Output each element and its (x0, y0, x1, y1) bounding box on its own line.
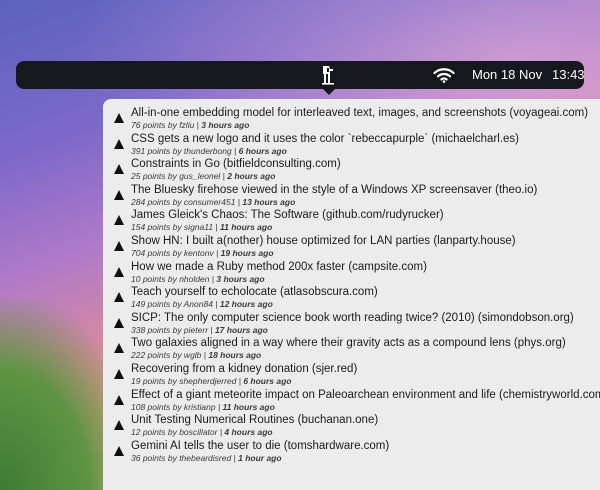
story-title[interactable]: Show HN: I built a(nother) house optimiz… (131, 235, 600, 248)
list-item[interactable]: How we made a Ruby method 200x faster (c… (103, 261, 600, 287)
story-title[interactable]: James Gleick's Chaos: The Software (gith… (131, 209, 600, 222)
menu-bar: Mon 18 Nov 13:43 (16, 61, 585, 89)
story-title[interactable]: Constraints in Go (bitfieldconsulting.co… (131, 158, 600, 171)
upvote-arrow-icon[interactable] (114, 343, 124, 354)
hn-dropdown-menu: All-in-one embedding model for interleav… (103, 99, 600, 490)
story-title[interactable]: Gemini AI tells the user to die (tomshar… (131, 440, 600, 453)
upvote-arrow-icon[interactable] (114, 266, 124, 277)
upvote-arrow-icon[interactable] (114, 164, 124, 175)
story-title[interactable]: How we made a Ruby method 200x faster (c… (131, 261, 600, 274)
story-points-author: 222 points by wglb | (131, 350, 209, 361)
story-points-author: 338 points by pieterr | (131, 324, 215, 335)
upvote-arrow-icon[interactable] (114, 420, 124, 431)
story-meta: 391 points by thunderbong | 6 hours ago (131, 146, 600, 156)
app-icon[interactable] (320, 64, 336, 86)
menubar-date[interactable]: Mon 18 Nov (472, 67, 542, 82)
story-age: 11 hours ago (222, 401, 275, 412)
story-age: 19 hours ago (220, 247, 274, 258)
list-item[interactable]: SICP: The only computer science book wor… (103, 312, 600, 338)
story-points-author: 391 points by thunderbong | (131, 145, 239, 156)
upvote-arrow-icon[interactable] (114, 215, 124, 226)
story-title[interactable]: Teach yourself to echolocate (atlasobscu… (131, 286, 600, 299)
story-age: 13 hours ago (242, 196, 296, 207)
list-item[interactable]: Unit Testing Numerical Routines (buchana… (103, 414, 600, 440)
story-title[interactable]: CSS gets a new logo and it uses the colo… (131, 133, 600, 146)
story-points-author: 154 points by signa11 | (131, 222, 221, 233)
story-age: 6 hours ago (243, 375, 292, 386)
story-title[interactable]: Two galaxies aligned in a way where thei… (131, 337, 600, 350)
story-points-author: 25 points by gus_leonel | (131, 171, 228, 182)
story-age: 2 hours ago (227, 171, 276, 182)
wifi-icon[interactable] (433, 67, 455, 83)
list-item[interactable]: Constraints in Go (bitfieldconsulting.co… (103, 158, 600, 184)
story-points-author: 19 points by shepherdjerred | (131, 375, 244, 386)
upvote-arrow-icon[interactable] (114, 138, 124, 149)
story-age: 18 hours ago (208, 350, 262, 361)
story-age: 11 hours ago (220, 222, 273, 233)
story-points-author: 36 points by thebeardisred | (131, 452, 239, 463)
story-points-author: 108 points by kristianp | (131, 401, 223, 412)
story-meta: 338 points by pieterr | 17 hours ago (131, 325, 600, 335)
story-meta: 25 points by gus_leonel | 2 hours ago (131, 171, 600, 181)
list-item[interactable]: Two galaxies aligned in a way where thei… (103, 337, 600, 363)
upvote-arrow-icon[interactable] (114, 394, 124, 405)
list-item[interactable]: Effect of a giant meteorite impact on Pa… (103, 389, 600, 415)
story-age: 12 hours ago (219, 299, 273, 310)
story-meta: 12 points by boscillator | 4 hours ago (131, 427, 600, 437)
story-meta: 222 points by wglb | 18 hours ago (131, 350, 600, 360)
upvote-arrow-icon[interactable] (114, 317, 124, 328)
list-item[interactable]: Gemini AI tells the user to die (tomshar… (103, 440, 600, 466)
story-title[interactable]: The Bluesky firehose viewed in the style… (131, 184, 600, 197)
story-meta: 154 points by signa11 | 11 hours ago (131, 222, 600, 232)
story-title[interactable]: Unit Testing Numerical Routines (buchana… (131, 414, 600, 427)
story-meta: 149 points by Anon84 | 12 hours ago (131, 299, 600, 309)
story-age: 6 hours ago (238, 145, 287, 156)
list-item[interactable]: Show HN: I built a(nother) house optimiz… (103, 235, 600, 261)
story-meta: 284 points by consumer451 | 13 hours ago (131, 197, 600, 207)
story-meta: 704 points by kentonv | 19 hours ago (131, 248, 600, 258)
list-item[interactable]: The Bluesky firehose viewed in the style… (103, 184, 600, 210)
story-title[interactable]: Effect of a giant meteorite impact on Pa… (131, 389, 600, 402)
story-age: 17 hours ago (214, 324, 268, 335)
story-meta: 19 points by shepherdjerred | 6 hours ag… (131, 376, 600, 386)
upvote-arrow-icon[interactable] (114, 292, 124, 303)
list-item[interactable]: Recovering from a kidney donation (sjer.… (103, 363, 600, 389)
story-meta: 76 points by fzliu | 3 hours ago (131, 120, 600, 130)
story-meta: 36 points by thebeardisred | 1 hour ago (131, 453, 600, 463)
list-item[interactable]: All-in-one embedding model for interleav… (103, 107, 600, 133)
story-age: 3 hours ago (201, 120, 250, 130)
upvote-arrow-icon[interactable] (114, 189, 124, 200)
story-points-author: 284 points by consumer451 | (131, 196, 243, 207)
story-title[interactable]: All-in-one embedding model for interleav… (131, 107, 600, 120)
list-item[interactable]: James Gleick's Chaos: The Software (gith… (103, 209, 600, 235)
upvote-arrow-icon[interactable] (114, 368, 124, 379)
list-item[interactable]: Teach yourself to echolocate (atlasobscu… (103, 286, 600, 312)
upvote-arrow-icon[interactable] (114, 240, 124, 251)
story-points-author: 704 points by kentonv | (131, 247, 221, 258)
story-age: 1 hour ago (238, 452, 282, 463)
story-title[interactable]: SICP: The only computer science book wor… (131, 312, 600, 325)
menubar-time[interactable]: 13:43 (552, 67, 585, 82)
upvote-arrow-icon[interactable] (114, 445, 124, 456)
upvote-arrow-icon[interactable] (114, 113, 124, 123)
story-points-author: 149 points by Anon84 | (131, 299, 220, 310)
story-meta: 10 points by nholden | 3 hours ago (131, 274, 600, 284)
list-item[interactable]: CSS gets a new logo and it uses the colo… (103, 133, 600, 159)
story-meta: 108 points by kristianp | 11 hours ago (131, 402, 600, 412)
story-points-author: 10 points by nholden | (131, 273, 217, 284)
story-age: 3 hours ago (216, 273, 265, 284)
story-points-author: 76 points by fzliu | (131, 120, 202, 130)
story-age: 4 hours ago (224, 427, 273, 438)
story-points-author: 12 points by boscillator | (131, 427, 225, 438)
story-title[interactable]: Recovering from a kidney donation (sjer.… (131, 363, 600, 376)
dropdown-caret (323, 89, 335, 95)
